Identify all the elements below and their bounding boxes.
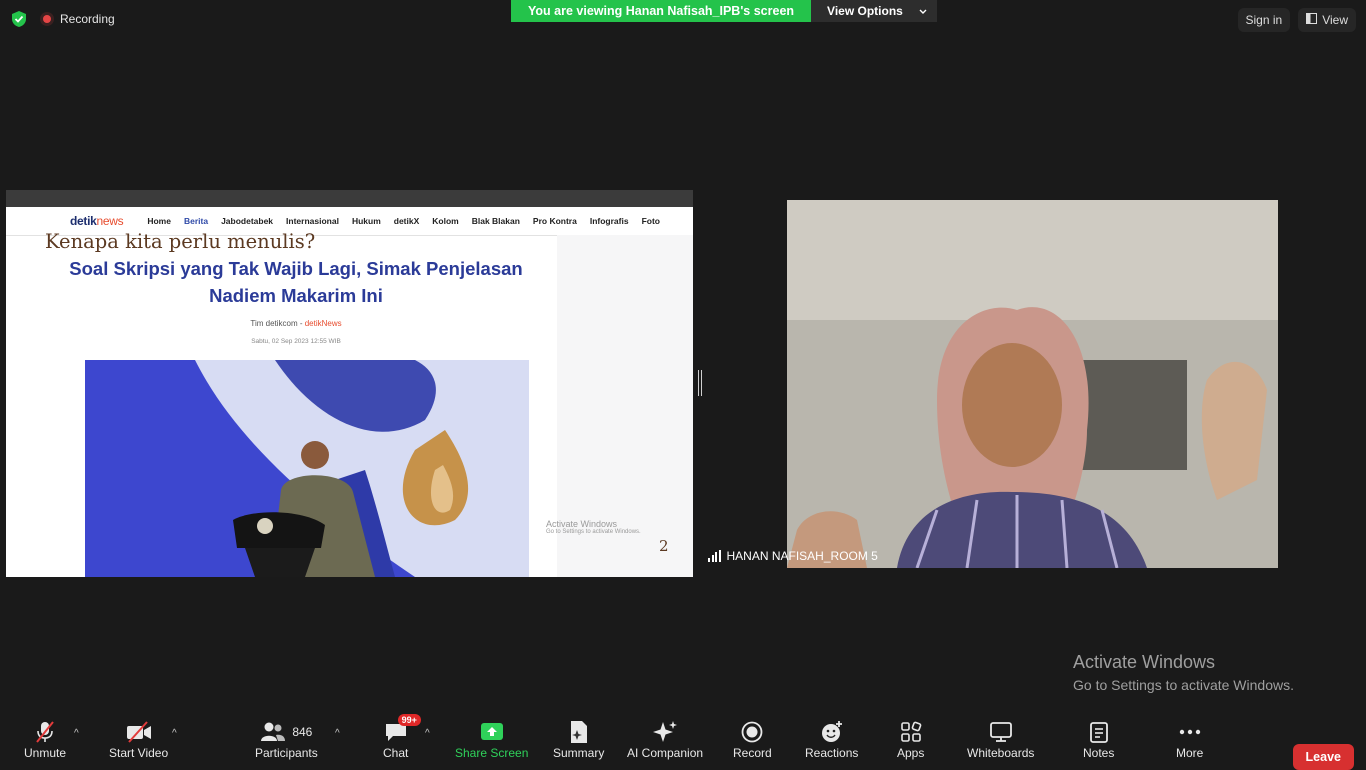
summary-button[interactable]: Summary xyxy=(553,720,604,760)
more-label: More xyxy=(1176,746,1204,760)
participant-video[interactable] xyxy=(787,200,1278,568)
nav-item-berita: Berita xyxy=(183,216,209,226)
reactions-button[interactable]: Reactions xyxy=(805,720,858,760)
slide-title: Kenapa kita perlu menulis? xyxy=(45,230,316,253)
recording-dot-icon xyxy=(40,12,54,26)
shared-activate-windows-watermark: Activate Windows Go to Settings to activ… xyxy=(546,519,641,535)
chat-icon: 99+ xyxy=(384,714,421,744)
meeting-toolbar: Unmute ^ Start Video ^ 846 Participants … xyxy=(0,714,1366,770)
unmute-label: Unmute xyxy=(24,746,67,760)
apps-icon xyxy=(900,720,922,744)
smiley-plus-icon xyxy=(820,720,844,744)
article-photo xyxy=(85,360,529,577)
nav-item-pro-kontra: Pro Kontra xyxy=(532,216,577,226)
sign-in-label: Sign in xyxy=(1245,13,1283,27)
camera-off-icon xyxy=(125,720,153,744)
view-button[interactable]: View xyxy=(1298,8,1356,32)
unmute-button[interactable]: Unmute xyxy=(24,720,66,760)
apps-button[interactable]: Apps xyxy=(897,720,924,760)
share-screen-button[interactable]: Share Screen xyxy=(455,720,528,760)
reactions-label: Reactions xyxy=(805,746,859,760)
activate-windows-subtitle: Go to Settings to activate Windows. xyxy=(1073,677,1294,693)
shared-activate-title: Activate Windows xyxy=(546,519,618,529)
apps-label: Apps xyxy=(897,746,925,760)
split-resize-handle[interactable] xyxy=(698,370,702,396)
viewing-text: You are viewing Hanan Nafisah_IPB's scre… xyxy=(511,0,812,22)
nav-item-infografis: Infografis xyxy=(589,216,629,226)
activate-windows-title: Activate Windows xyxy=(1073,652,1216,672)
ai-companion-label: AI Companion xyxy=(627,746,704,760)
summary-label: Summary xyxy=(553,746,605,760)
article-headline: Soal Skripsi yang Tak Wajib Lagi, Simak … xyxy=(69,258,523,306)
record-icon xyxy=(741,720,763,744)
start-video-label: Start Video xyxy=(109,746,169,760)
nav-item-foto: Foto xyxy=(641,216,660,226)
topbar-left: Recording xyxy=(10,10,115,28)
more-button[interactable]: More xyxy=(1176,720,1203,760)
nav-item-internasional: Internasional xyxy=(286,216,339,226)
summary-document-icon xyxy=(569,720,589,744)
site-logo: detiknews xyxy=(70,214,124,228)
ai-sparkle-icon xyxy=(652,720,678,744)
article-dateline: Sabtu, 02 Sep 2023 12:55 WIB xyxy=(251,338,341,345)
recording-label: Recording xyxy=(60,12,115,26)
security-shield-icon[interactable] xyxy=(10,10,28,28)
slide-number: 2 xyxy=(659,537,669,555)
byline-source: detikNews xyxy=(304,319,342,328)
sign-in-button[interactable]: Sign in xyxy=(1237,8,1291,32)
recording-indicator[interactable]: Recording xyxy=(40,12,115,26)
viewing-banner: You are viewing Hanan Nafisah_IPB's scre… xyxy=(511,0,937,22)
share-screen-icon xyxy=(480,720,504,744)
nav-item-home: Home xyxy=(147,216,171,226)
nav-item-detikx: detikX xyxy=(393,216,420,226)
notes-button[interactable]: Notes xyxy=(1083,720,1114,760)
byline-author: Tim detikcom - xyxy=(250,319,305,328)
microphone-muted-icon xyxy=(34,720,56,744)
participants-count: 846 xyxy=(292,725,313,739)
shared-activate-subtitle: Go to Settings to activate Windows. xyxy=(546,529,641,535)
chat-label: Chat xyxy=(383,746,409,760)
connection-signal-icon xyxy=(708,550,721,562)
topbar-right: Sign in View xyxy=(1237,8,1356,32)
record-button[interactable]: Record xyxy=(733,720,772,760)
view-label: View xyxy=(1322,13,1348,27)
whiteboard-icon xyxy=(989,720,1013,744)
shared-screen[interactable]: detiknews Home Berita Jabodetabek Intern… xyxy=(6,190,693,577)
audio-options-caret-icon[interactable]: ^ xyxy=(74,728,79,739)
participant-name: HANAN NAFISAH_ROOM 5 xyxy=(726,549,878,563)
nav-item-blak-blakan: Blak Blakan xyxy=(471,216,520,226)
nav-item-jabodetabek: Jabodetabek xyxy=(221,216,274,226)
activate-windows-watermark: Activate Windows Go to Settings to activ… xyxy=(1073,652,1294,693)
chat-options-caret-icon[interactable]: ^ xyxy=(425,728,430,739)
whiteboards-label: Whiteboards xyxy=(967,746,1035,760)
chat-button[interactable]: 99+ Chat xyxy=(383,714,421,760)
view-layout-icon xyxy=(1306,13,1318,27)
participants-button[interactable]: 846 Participants xyxy=(255,720,318,760)
participants-options-caret-icon[interactable]: ^ xyxy=(335,728,340,739)
whiteboards-button[interactable]: Whiteboards xyxy=(967,720,1034,760)
record-label: Record xyxy=(733,746,772,760)
notes-icon xyxy=(1089,720,1109,744)
article-byline: Tim detikcom - detikNews xyxy=(66,319,526,328)
view-options-button[interactable]: View Options xyxy=(811,0,937,22)
leave-button[interactable]: Leave xyxy=(1292,744,1354,770)
ellipsis-icon xyxy=(1178,720,1202,744)
video-options-caret-icon[interactable]: ^ xyxy=(172,728,177,739)
participants-label: Participants xyxy=(255,746,318,760)
chevron-down-icon xyxy=(919,0,927,22)
start-video-button[interactable]: Start Video xyxy=(109,720,168,760)
participants-icon: 846 xyxy=(260,720,312,744)
chat-unread-badge: 99+ xyxy=(397,714,421,726)
ai-companion-button[interactable]: AI Companion xyxy=(627,720,703,760)
nav-item-kolom: Kolom xyxy=(432,216,459,226)
participant-name-tag: HANAN NAFISAH_ROOM 5 xyxy=(708,549,878,563)
shared-window-titlebar xyxy=(6,190,693,207)
view-options-label: View Options xyxy=(827,4,903,18)
nav-item-hukum: Hukum xyxy=(351,216,381,226)
notes-label: Notes xyxy=(1083,746,1115,760)
share-screen-label: Share Screen xyxy=(455,746,529,760)
